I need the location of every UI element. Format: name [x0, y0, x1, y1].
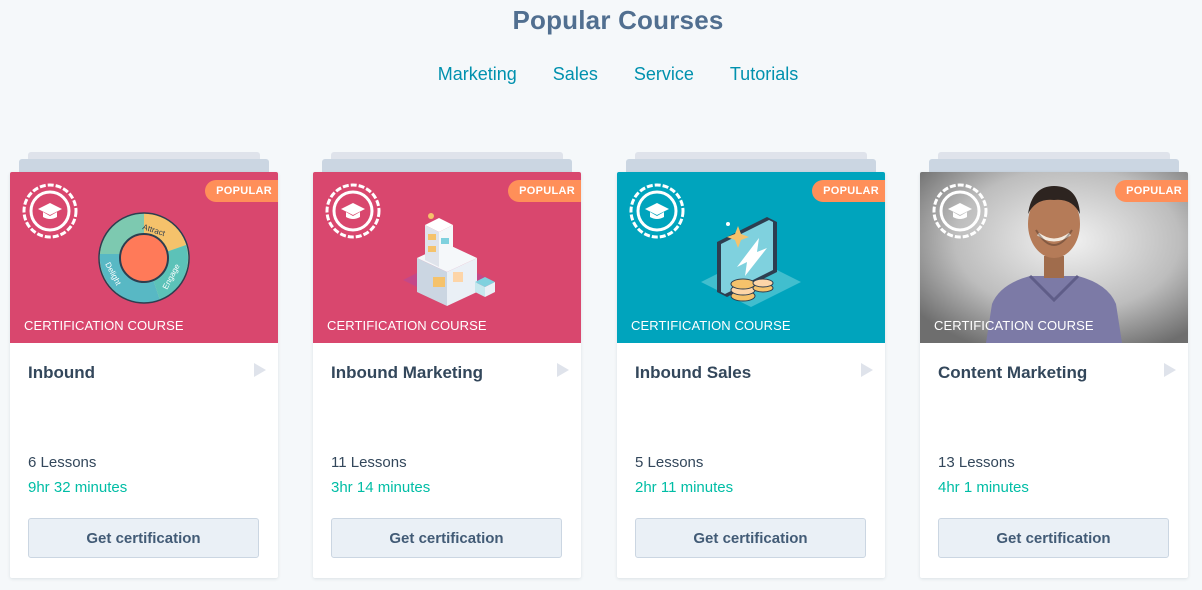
- course-banner[interactable]: Attract Engage Delight POPULAR CERTIFICA…: [10, 172, 278, 343]
- graduation-cap-badge-icon: [932, 183, 988, 239]
- get-certification-button[interactable]: Get certification: [635, 518, 866, 558]
- course-card[interactable]: POPULAR CERTIFICATION COURSE Content Mar…: [920, 172, 1188, 578]
- course-card-body: Inbound Sales 5 Lessons 2hr 11 minutes G…: [617, 343, 885, 578]
- popular-badge: POPULAR: [508, 180, 581, 202]
- popular-badge: POPULAR: [812, 180, 885, 202]
- course-banner[interactable]: POPULAR CERTIFICATION COURSE: [313, 172, 581, 343]
- course-card-inbound[interactable]: Attract Engage Delight POPULAR CERTIFICA…: [10, 152, 278, 578]
- play-icon[interactable]: [254, 363, 266, 377]
- course-banner[interactable]: POPULAR CERTIFICATION COURSE: [920, 172, 1188, 343]
- page-title: Popular Courses: [512, 5, 724, 35]
- lesson-count: 13 Lessons: [938, 454, 1015, 471]
- get-certification-button[interactable]: Get certification: [28, 518, 259, 558]
- course-title[interactable]: Content Marketing: [938, 363, 1087, 383]
- course-duration: 4hr 1 minutes: [938, 479, 1029, 496]
- course-card-inbound-marketing[interactable]: POPULAR CERTIFICATION COURSE Inbound Mar…: [313, 152, 581, 578]
- course-card-inbound-sales[interactable]: POPULAR CERTIFICATION COURSE Inbound Sal…: [617, 152, 885, 578]
- course-type-label: CERTIFICATION COURSE: [24, 318, 184, 333]
- lesson-count: 6 Lessons: [28, 454, 97, 471]
- course-card-body: Content Marketing 13 Lessons 4hr 1 minut…: [920, 343, 1188, 578]
- graduation-cap-badge-icon: [325, 183, 381, 239]
- course-title[interactable]: Inbound Marketing: [331, 363, 483, 383]
- tab-tutorials[interactable]: Tutorials: [730, 64, 798, 85]
- play-icon[interactable]: [1164, 363, 1176, 377]
- play-icon[interactable]: [861, 363, 873, 377]
- popular-badge: POPULAR: [205, 180, 278, 202]
- course-type-label: CERTIFICATION COURSE: [327, 318, 487, 333]
- lesson-count: 11 Lessons: [331, 454, 407, 471]
- category-tabs: Marketing Sales Service Tutorials: [0, 64, 1202, 85]
- course-title[interactable]: Inbound: [28, 363, 95, 383]
- graduation-cap-badge-icon: [22, 183, 78, 239]
- get-certification-button[interactable]: Get certification: [331, 518, 562, 558]
- course-card[interactable]: POPULAR CERTIFICATION COURSE Inbound Mar…: [313, 172, 581, 578]
- course-type-label: CERTIFICATION COURSE: [631, 318, 791, 333]
- course-card-body: Inbound 6 Lessons 9hr 32 minutes Get cer…: [10, 343, 278, 578]
- course-banner[interactable]: POPULAR CERTIFICATION COURSE: [617, 172, 885, 343]
- course-duration: 9hr 32 minutes: [28, 479, 128, 496]
- tab-sales[interactable]: Sales: [553, 64, 598, 85]
- course-card[interactable]: POPULAR CERTIFICATION COURSE Inbound Sal…: [617, 172, 885, 578]
- course-card[interactable]: Attract Engage Delight POPULAR CERTIFICA…: [10, 172, 278, 578]
- course-duration: 3hr 14 minutes: [331, 479, 431, 496]
- graduation-cap-badge-icon: [629, 183, 685, 239]
- course-title[interactable]: Inbound Sales: [635, 363, 751, 383]
- lesson-count: 5 Lessons: [635, 454, 704, 471]
- course-type-label: CERTIFICATION COURSE: [934, 318, 1094, 333]
- get-certification-button[interactable]: Get certification: [938, 518, 1169, 558]
- tab-service[interactable]: Service: [634, 64, 694, 85]
- tab-marketing[interactable]: Marketing: [438, 64, 517, 85]
- popular-badge: POPULAR: [1115, 180, 1188, 202]
- course-duration: 2hr 11 minutes: [635, 479, 734, 496]
- course-card-content-marketing[interactable]: POPULAR CERTIFICATION COURSE Content Mar…: [920, 152, 1188, 578]
- course-card-body: Inbound Marketing 11 Lessons 3hr 14 minu…: [313, 343, 581, 578]
- play-icon[interactable]: [557, 363, 569, 377]
